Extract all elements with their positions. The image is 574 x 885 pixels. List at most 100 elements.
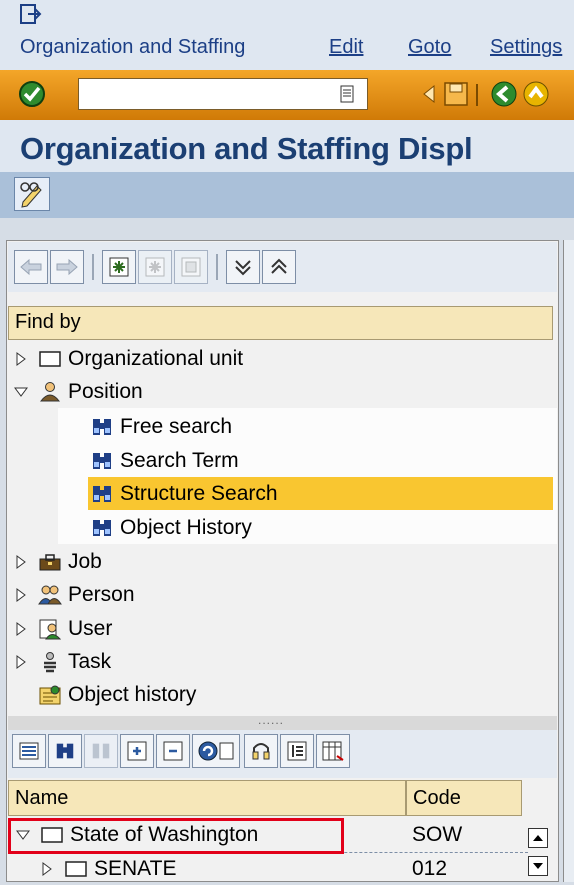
system-menu-icon[interactable] <box>20 4 42 26</box>
menu-edit[interactable]: Edit <box>329 36 363 59</box>
binoculars-icon <box>93 485 111 502</box>
menu-settings-label: Settings <box>490 36 563 58</box>
find-next-button[interactable] <box>84 734 118 768</box>
tree-item-object-history-position[interactable]: Object History <box>90 511 252 544</box>
expand-triangle-icon[interactable] <box>14 654 28 669</box>
find-by-header: Find by <box>8 306 553 340</box>
panel-toolbar-separator <box>92 254 94 280</box>
binoculars-icon <box>93 519 111 536</box>
save-search-icon <box>181 257 201 277</box>
expand-all-icon <box>235 260 251 276</box>
position-icon <box>39 381 61 401</box>
tree-item-task[interactable]: Task <box>14 645 111 678</box>
tree-item-free-search[interactable]: Free search <box>90 410 232 443</box>
exit-icon[interactable] <box>522 80 550 108</box>
expand-triangle-icon[interactable] <box>14 554 28 569</box>
details-list-icon <box>19 742 39 760</box>
enter-check-icon[interactable] <box>18 80 46 108</box>
collapse-triangle-icon[interactable] <box>14 385 28 399</box>
arrow-left-icon <box>20 258 42 276</box>
job-icon <box>39 553 61 570</box>
collapse-node-icon <box>163 741 183 761</box>
tree-item-structure-search[interactable]: Structure Search <box>88 477 553 510</box>
collapse-node-button[interactable] <box>156 734 190 768</box>
history-back-button[interactable] <box>14 250 48 284</box>
tree-item-person[interactable]: Person <box>14 578 135 611</box>
scroll-up-icon <box>533 835 543 841</box>
search-variant-button[interactable] <box>138 250 172 284</box>
org-unit-icon <box>65 860 87 877</box>
expand-triangle-icon[interactable] <box>14 351 28 366</box>
tree-item-label: Person <box>68 582 135 606</box>
expand-triangle-icon[interactable] <box>40 861 54 876</box>
details-button[interactable] <box>12 734 46 768</box>
expand-triangle-icon[interactable] <box>14 587 28 602</box>
tree-item-user[interactable]: User <box>14 612 112 645</box>
object-history-icon <box>39 685 61 704</box>
back-green-icon[interactable] <box>490 80 518 108</box>
tree-item-organizational-unit[interactable]: Organizational unit <box>14 342 243 375</box>
column-header-code[interactable]: Code <box>406 780 522 816</box>
grid-row-name-senate[interactable]: SENATE <box>40 852 176 885</box>
grid-cell-code: 012 <box>412 857 448 880</box>
find-next-icon <box>92 743 110 759</box>
binoculars-icon <box>93 452 111 469</box>
panel-right-edge <box>563 240 574 882</box>
search-variant-icon <box>145 257 165 277</box>
tree-item-label: User <box>68 616 113 640</box>
menu-settings[interactable]: Settings <box>490 36 562 59</box>
save-icon[interactable] <box>442 80 470 108</box>
new-search-button[interactable] <box>102 250 136 284</box>
sort-button[interactable] <box>280 734 314 768</box>
tree-item-label: Free search <box>120 414 233 438</box>
column-config-icon <box>322 741 344 761</box>
expand-all-button[interactable] <box>226 250 260 284</box>
arrow-right-icon <box>56 258 78 276</box>
tree-item-position[interactable]: Position <box>14 375 143 408</box>
person-icon <box>38 585 62 604</box>
expand-triangle-icon[interactable] <box>14 621 28 636</box>
display-change-button[interactable] <box>14 177 50 211</box>
find-button[interactable] <box>48 734 82 768</box>
select-columns-button[interactable] <box>244 734 278 768</box>
tree-item-label: Task <box>68 649 112 673</box>
page-title: Organization and Staffing Displ <box>20 131 473 166</box>
column-config-button[interactable] <box>316 734 350 768</box>
menu-goto[interactable]: Goto <box>408 36 451 59</box>
tree-item-label: Object history <box>68 682 197 706</box>
tree-item-label: Object History <box>120 515 252 539</box>
pencil-glasses-icon <box>20 182 42 208</box>
splitter-handle[interactable]: ...... <box>258 713 284 727</box>
scroll-up-button[interactable] <box>528 828 548 848</box>
expand-node-icon <box>127 741 147 761</box>
selection-highlight-box <box>8 818 344 854</box>
grid-cell-name: SENATE <box>94 856 177 880</box>
save-search-button[interactable] <box>174 250 208 284</box>
command-history-icon[interactable] <box>340 85 354 103</box>
menu-organization-and-staffing[interactable]: Organization and Staffing <box>20 36 245 59</box>
application-toolbar <box>0 172 574 218</box>
command-field[interactable] <box>78 78 368 110</box>
user-icon <box>39 619 62 639</box>
scroll-down-button[interactable] <box>528 856 548 876</box>
column-header-name[interactable]: Name <box>8 780 406 816</box>
sort-icon <box>287 741 307 761</box>
back-arrow-icon[interactable] <box>416 80 444 108</box>
history-forward-button[interactable] <box>50 250 84 284</box>
refresh-icon <box>198 741 234 761</box>
org-unit-icon <box>39 350 61 367</box>
panel-toolbar-separator <box>216 254 218 280</box>
expand-node-button[interactable] <box>120 734 154 768</box>
toolbar-separator <box>476 84 478 106</box>
collapse-all-button[interactable] <box>262 250 296 284</box>
columns-icon <box>252 743 270 760</box>
tree-item-search-term[interactable]: Search Term <box>90 444 239 477</box>
tree-item-job[interactable]: Job <box>14 545 102 578</box>
collapse-all-icon <box>271 258 287 274</box>
menu-goto-label: Goto <box>408 36 452 58</box>
tree-item-label: Organizational unit <box>68 346 244 370</box>
refresh-button[interactable] <box>192 734 240 768</box>
tree-item-label: Search Term <box>120 448 239 472</box>
tree-item-object-history[interactable]: Object history <box>38 678 196 711</box>
scroll-down-icon <box>533 863 543 869</box>
